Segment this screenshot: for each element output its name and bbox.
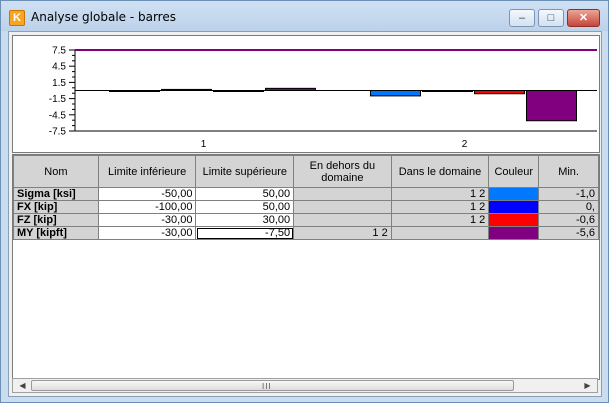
upper-limit-cell[interactable]: 30,00 — [195, 213, 295, 227]
color-swatch-cell[interactable] — [488, 226, 540, 240]
inside-domain-cell: 1 2 — [390, 187, 490, 201]
bar — [109, 90, 160, 92]
min-value-cell: -1,0 — [538, 187, 599, 201]
row-name-cell: FX [kip] — [13, 200, 99, 214]
color-swatch-cell[interactable] — [488, 200, 540, 214]
scroll-left-icon[interactable]: ◀ — [15, 379, 30, 392]
inside-domain-cell: 1 2 — [390, 213, 490, 227]
column-header[interactable]: Nom — [13, 155, 99, 188]
lower-limit-cell[interactable]: -50,00 — [97, 187, 197, 201]
app-logo-icon[interactable]: K — [9, 10, 25, 26]
upper-limit-cell[interactable]: 50,00 — [195, 200, 295, 214]
title-bar[interactable]: K Analyse globale - barres – □ ✕ — [1, 1, 608, 31]
minimize-button[interactable]: – — [509, 9, 535, 27]
client-area: 7.5 4.5 1.5 -1.5 -4.5 -7.5 1 2 Nom Limite inféri… — [8, 31, 602, 397]
column-header[interactable]: Limite inférieure — [97, 155, 197, 188]
color-swatch-cell[interactable] — [488, 213, 540, 227]
table-row: FZ [kip] -30,00 30,00 1 2 -0,6 — [13, 213, 599, 227]
bar — [370, 90, 421, 97]
column-header[interactable]: Dans le domaine — [390, 155, 490, 188]
results-grid: Nom Limite inférieure Limite supérieure En … — [13, 155, 599, 240]
upper-limit-cell[interactable]: 50,00 — [195, 187, 295, 201]
scroll-thumb[interactable]: III — [31, 380, 514, 391]
outside-domain-cell — [293, 187, 392, 201]
horizontal-scrollbar[interactable]: ◀ III ▶ — [12, 378, 598, 393]
y-tick-label: 1.5 — [52, 78, 66, 89]
lower-limit-cell[interactable]: -30,00 — [97, 213, 197, 227]
bar — [526, 90, 577, 122]
table-row: FX [kip] -100,00 50,00 1 2 0, — [13, 200, 599, 214]
min-value-cell: -0,6 — [538, 213, 599, 227]
column-header[interactable]: Couleur — [488, 155, 540, 188]
row-name-cell: Sigma [ksi] — [13, 187, 99, 201]
bar — [213, 90, 264, 92]
min-value-cell: 0, — [538, 200, 599, 214]
analysis-window: K Analyse globale - barres – □ ✕ 7.5 4.5 1… — [0, 0, 609, 403]
bar — [265, 87, 316, 92]
inside-domain-cell: 1 2 — [390, 200, 490, 214]
column-header[interactable]: En dehors du domaine — [293, 155, 392, 188]
lower-limit-cell[interactable]: -100,00 — [97, 200, 197, 214]
y-tick-label: 7.5 — [52, 46, 66, 57]
bar — [161, 88, 212, 91]
y-tick-label: -1.5 — [49, 94, 67, 105]
scroll-right-icon[interactable]: ▶ — [580, 379, 595, 392]
inside-domain-cell — [390, 226, 490, 240]
lower-limit-cell[interactable]: -30,00 — [97, 226, 197, 240]
row-name-cell: FZ [kip] — [13, 213, 99, 227]
grid-header-row: Nom Limite inférieure Limite supérieure En … — [13, 155, 599, 188]
color-swatch-cell[interactable] — [488, 187, 540, 201]
y-tick-label: -4.5 — [49, 110, 67, 121]
scroll-grip-icon: III — [262, 382, 272, 391]
bar-chart: 7.5 4.5 1.5 -1.5 -4.5 -7.5 1 2 — [49, 46, 597, 150]
x-tick-label: 1 — [201, 139, 207, 150]
row-name-cell: MY [kipft] — [13, 226, 99, 240]
column-header[interactable]: Limite supérieure — [195, 155, 295, 188]
bar-chart-pane: 7.5 4.5 1.5 -1.5 -4.5 -7.5 1 2 — [12, 35, 600, 153]
results-grid-pane: Nom Limite inférieure Limite supérieure En … — [12, 154, 600, 380]
y-tick-label: -7.5 — [49, 127, 67, 138]
bar — [422, 90, 473, 92]
table-row: Sigma [ksi] -50,00 50,00 1 2 -1,0 — [13, 187, 599, 201]
maximize-button[interactable]: □ — [538, 9, 564, 27]
outside-domain-cell — [293, 200, 392, 214]
y-tick-label: 4.5 — [52, 62, 66, 73]
x-tick-label: 2 — [462, 139, 468, 150]
table-row: MY [kipft] -30,00 -7,50 1 2 -5,6 — [13, 226, 599, 240]
column-header[interactable]: Min. — [538, 155, 599, 188]
outside-domain-cell — [293, 213, 392, 227]
bar — [474, 90, 525, 95]
min-value-cell: -5,6 — [538, 226, 599, 240]
window-title: Analyse globale - barres — [31, 10, 176, 24]
close-button[interactable]: ✕ — [567, 9, 600, 27]
outside-domain-cell: 1 2 — [293, 226, 392, 240]
upper-limit-cell[interactable]: -7,50 — [195, 226, 295, 240]
